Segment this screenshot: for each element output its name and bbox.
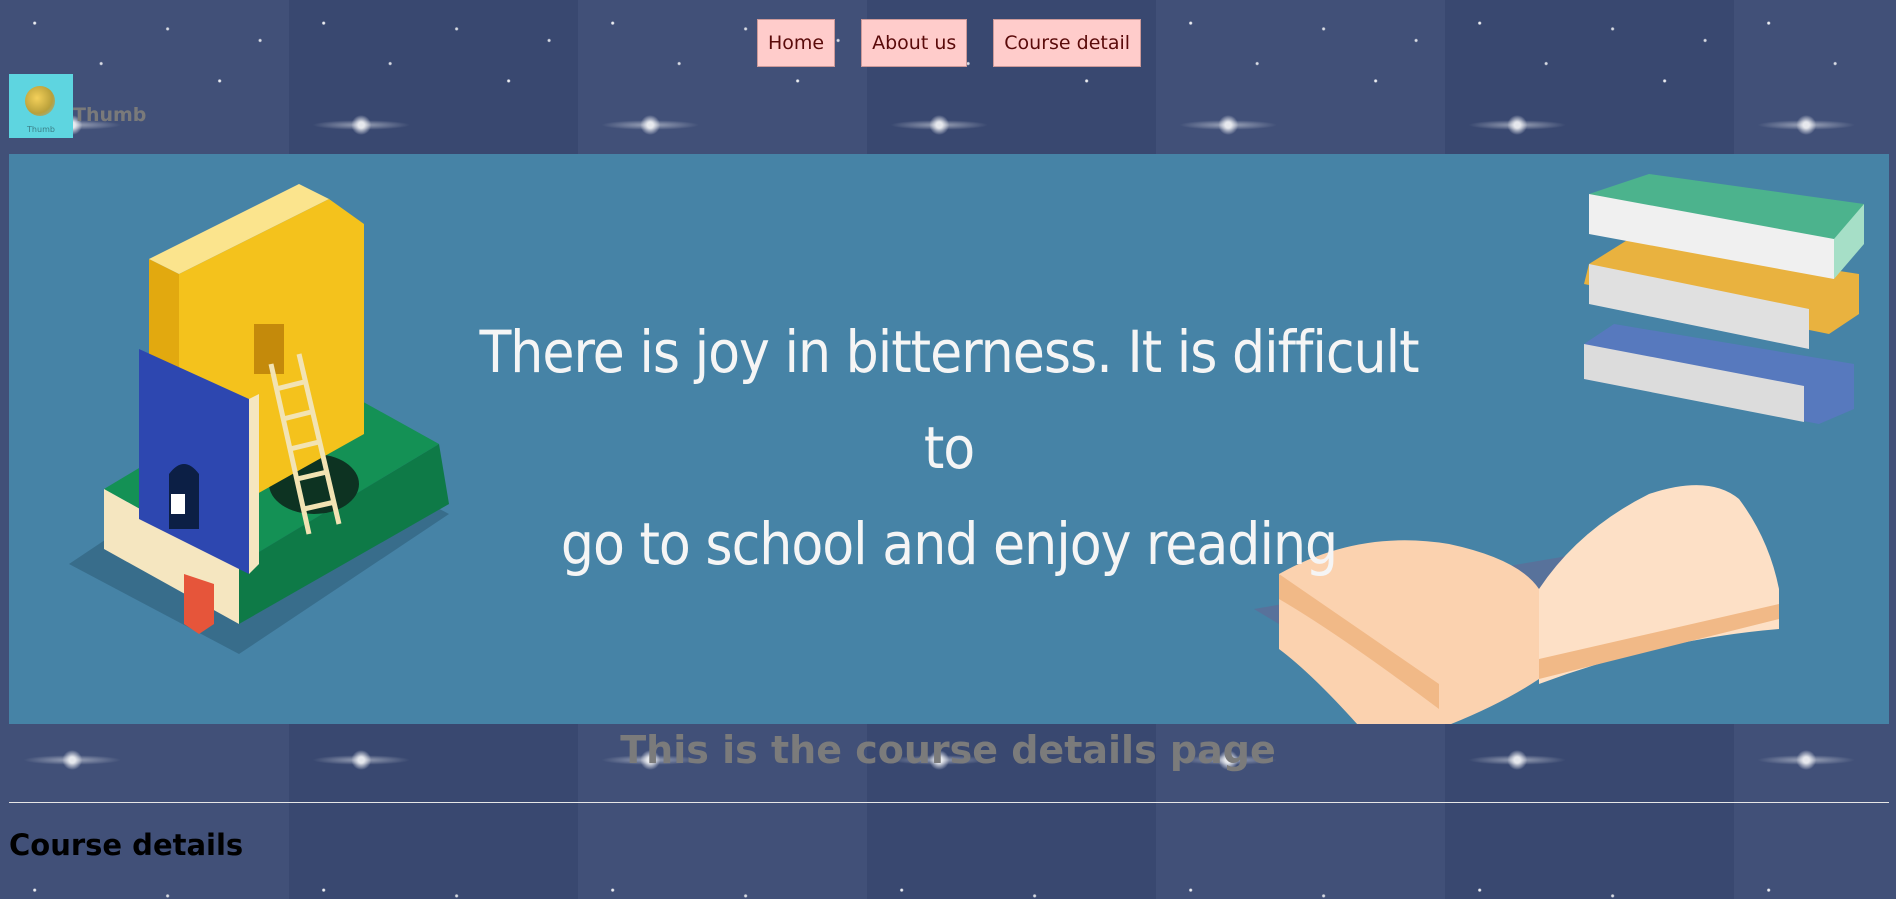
divider	[9, 802, 1889, 803]
banner-quote: There is joy in bitterness. It is diffic…	[449, 304, 1449, 592]
main-nav: Home About us Course detail	[757, 19, 1142, 67]
banner-quote-line-1: There is joy in bitterness. It is diffic…	[479, 318, 1419, 482]
stacked-books-illustration	[1584, 174, 1864, 424]
page-heading: This is the course details page	[620, 728, 1276, 772]
site-logo[interactable]: Thumb Thumb	[9, 74, 146, 138]
nav-course-detail-button[interactable]: Course detail	[993, 19, 1142, 67]
banner-quote-line-2: go to school and enjoy reading	[560, 510, 1338, 578]
logo-image: Thumb	[9, 74, 73, 138]
logo-text: Thumb	[73, 104, 147, 126]
nav-home-button[interactable]: Home	[757, 19, 836, 67]
logo-image-caption: Thumb	[27, 125, 55, 134]
section-title: Course details	[9, 828, 244, 862]
hero-banner: There is joy in bitterness. It is diffic…	[9, 154, 1889, 724]
book-tower-illustration	[69, 184, 449, 654]
decorative-star-strip-top	[0, 90, 1896, 160]
nav-about-us-button[interactable]: About us	[861, 19, 968, 67]
globe-icon	[25, 86, 55, 116]
